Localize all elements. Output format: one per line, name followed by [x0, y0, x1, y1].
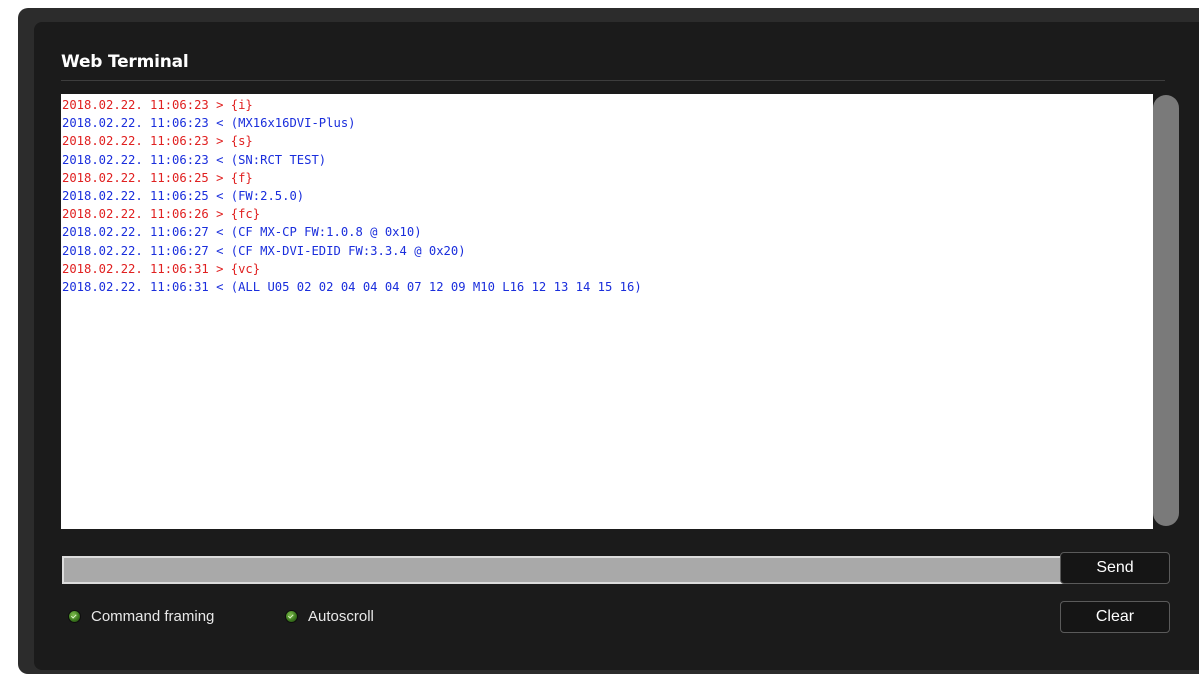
command-input[interactable] [62, 556, 1064, 584]
title-divider [61, 80, 1165, 81]
terminal-line: 2018.02.22. 11:06:31 > {vc} [62, 261, 261, 276]
terminal-line: 2018.02.22. 11:06:23 > {s} [62, 134, 253, 149]
terminal-line: 2018.02.22. 11:06:27 < (CF MX-CP FW:1.0.… [62, 225, 422, 240]
clear-button[interactable]: Clear [1060, 601, 1170, 633]
page-title: Web Terminal [61, 52, 189, 72]
terminal-line: 2018.02.22. 11:06:23 < (MX16x16DVI-Plus) [62, 116, 356, 131]
command-framing-checkbox[interactable]: Command framing [68, 604, 214, 628]
terminal-line: 2018.02.22. 11:06:26 > {fc} [62, 207, 261, 222]
command-framing-label: Command framing [91, 607, 215, 625]
terminal-line: 2018.02.22. 11:06:25 > {f} [62, 170, 253, 185]
send-button[interactable]: Send [1060, 552, 1170, 584]
terminal-line: 2018.02.22. 11:06:27 < (CF MX-DVI-EDID F… [62, 243, 466, 258]
terminal-line: 2018.02.22. 11:06:23 > {i} [62, 98, 253, 112]
checkmark-icon [285, 609, 298, 623]
terminal-line: 2018.02.22. 11:06:23 < (SN:RCT TEST) [62, 152, 327, 167]
terminal-scrollbar[interactable] [1153, 94, 1179, 529]
scrollbar-thumb[interactable] [1153, 95, 1179, 526]
terminal-lines: 2018.02.22. 11:06:23 > {i} 2018.02.22. 11… [61, 94, 1153, 296]
terminal-line: 2018.02.22. 11:06:31 < (ALL U05 02 02 04… [62, 280, 642, 295]
checkmark-icon [68, 609, 81, 623]
autoscroll-label: Autoscroll [308, 607, 374, 625]
terminal-line: 2018.02.22. 11:06:25 < (FW:2.5.0) [62, 189, 305, 204]
autoscroll-checkbox[interactable]: Autoscroll [285, 604, 374, 628]
terminal-output[interactable]: 2018.02.22. 11:06:23 > {i} 2018.02.22. 11… [61, 94, 1153, 529]
